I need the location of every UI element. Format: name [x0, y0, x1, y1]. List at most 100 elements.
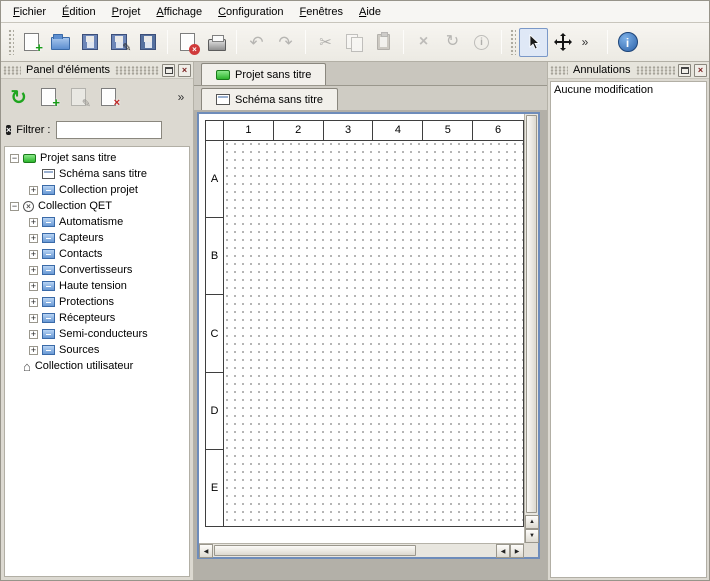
dock-close-button[interactable]: × [694, 64, 707, 77]
delete-button[interactable]: × [409, 28, 438, 57]
expand-icon[interactable]: + [29, 282, 38, 291]
menu-affichage[interactable]: Affichage [148, 2, 210, 21]
save-all-button[interactable] [133, 28, 162, 57]
dock-grip-handle[interactable] [3, 66, 21, 75]
expand-icon[interactable]: + [29, 346, 38, 355]
paste-button[interactable] [369, 28, 398, 57]
tree-item-haute-tension[interactable]: + Haute tension [5, 278, 189, 294]
scroll-up-button[interactable]: ▲ [525, 515, 539, 529]
print-button[interactable] [202, 28, 231, 57]
tree-item-convertisseurs[interactable]: + Convertisseurs [5, 262, 189, 278]
schema-tab[interactable]: Schéma sans titre [201, 88, 338, 110]
toolbar-separator [305, 30, 306, 54]
save-button[interactable] [75, 28, 104, 57]
collection-folder-icon [42, 233, 55, 243]
about-icon: i [618, 32, 638, 52]
horizontal-scrollbar-thumb[interactable] [214, 545, 416, 556]
collection-folder-icon [42, 329, 55, 339]
save-as-button[interactable]: ✎ [104, 28, 133, 57]
menu-aide[interactable]: Aide [351, 2, 389, 21]
expand-icon[interactable]: + [29, 218, 38, 227]
dock-grip-handle[interactable] [115, 66, 159, 75]
rotate-button[interactable]: ↻ [438, 28, 467, 57]
new-project-button[interactable]: + [17, 28, 46, 57]
menu-fichier[interactable]: Fichier [5, 2, 54, 21]
expand-icon[interactable]: + [29, 266, 38, 275]
panel-toolbar-overflow-button[interactable]: » [173, 84, 189, 111]
tree-item-capteurs[interactable]: + Capteurs [5, 230, 189, 246]
project-tab[interactable]: Projet sans titre [201, 63, 326, 85]
row-label: A [206, 141, 223, 218]
menu-configuration[interactable]: Configuration [210, 2, 291, 21]
toolbar-overflow-button[interactable]: » [577, 28, 593, 57]
tree-item-contacts[interactable]: + Contacts [5, 246, 189, 262]
dock-close-button[interactable]: × [178, 64, 191, 77]
vertical-scrollbar[interactable]: ▲ ▼ [524, 114, 538, 543]
expand-icon[interactable]: + [29, 314, 38, 323]
tree-item-collection-qet[interactable]: − × Collection QET [5, 198, 189, 214]
elements-panel-dock: Panel d'éléments × ↻ + ✎ × » × Filtr [1, 62, 194, 580]
tree-item-sources[interactable]: + Sources [5, 342, 189, 358]
diagram-properties-button[interactable]: i [467, 28, 496, 57]
tree-item-automatisme[interactable]: + Automatisme [5, 214, 189, 230]
close-file-button[interactable]: × [173, 28, 202, 57]
tree-item-projet[interactable]: − Projet sans titre [5, 150, 189, 166]
tree-item-label: Collection QET [38, 200, 112, 212]
arrow-down-icon: ▼ [529, 533, 535, 539]
plus-badge-icon: + [52, 96, 60, 109]
vertical-scrollbar-thumb[interactable] [526, 115, 537, 513]
redo-button[interactable]: ↷ [271, 28, 300, 57]
move-tool-button[interactable] [548, 28, 577, 57]
tree-item-collection-utilisateur[interactable]: ⌂ Collection utilisateur [5, 358, 189, 374]
dock-grip-handle[interactable] [550, 66, 568, 75]
open-project-button[interactable] [46, 28, 75, 57]
scroll-down-button[interactable]: ▼ [525, 529, 539, 543]
collapse-icon[interactable]: − [10, 154, 19, 163]
tree-item-protections[interactable]: + Protections [5, 294, 189, 310]
tree-item-label: Collection projet [59, 184, 138, 196]
toolbar-handle[interactable] [510, 29, 516, 55]
toolbar-handle[interactable] [8, 29, 14, 55]
collapse-icon[interactable]: − [10, 202, 19, 211]
dock-float-button[interactable] [162, 64, 175, 77]
row-label: B [206, 218, 223, 295]
diagram-canvas[interactable] [224, 141, 523, 526]
menu-edition[interactable]: Édition [54, 2, 104, 21]
scroll-left-button[interactable]: ◀ [496, 544, 510, 558]
delete-element-button[interactable]: × [95, 84, 122, 111]
expand-icon[interactable]: + [29, 330, 38, 339]
tree-item-collection-projet[interactable]: + Collection projet [5, 182, 189, 198]
cut-button[interactable]: ✂ [311, 28, 340, 57]
tree-item-label: Convertisseurs [59, 264, 132, 276]
filter-input[interactable] [56, 121, 162, 139]
copy-button[interactable] [340, 28, 369, 57]
tree-item-recepteurs[interactable]: + Récepteurs [5, 310, 189, 326]
toolbar-separator [403, 30, 404, 54]
edit-element-button[interactable]: ✎ [65, 84, 92, 111]
expand-icon[interactable]: + [29, 186, 38, 195]
scroll-left-button[interactable]: ◀ [199, 544, 213, 558]
reload-collections-button[interactable]: ↻ [5, 84, 32, 111]
undo-history-item[interactable]: Aucune modification [554, 84, 703, 96]
toolbar-separator [167, 30, 168, 54]
expand-icon[interactable]: + [29, 234, 38, 243]
menu-projet[interactable]: Projet [104, 2, 149, 21]
dock-float-button[interactable] [678, 64, 691, 77]
select-tool-button[interactable] [519, 28, 548, 57]
dock-grip-handle[interactable] [636, 66, 676, 75]
tree-item-semi-conducteurs[interactable]: + Semi-conducteurs [5, 326, 189, 342]
undo-button[interactable]: ↶ [242, 28, 271, 57]
about-qet-button[interactable]: i [613, 28, 642, 57]
expand-icon[interactable]: + [29, 298, 38, 307]
filter-clear-button[interactable]: × [6, 123, 11, 137]
move-tool-icon [554, 33, 572, 51]
horizontal-scrollbar[interactable]: ◀ ◀ ▶ [199, 543, 524, 557]
expand-icon[interactable]: + [29, 250, 38, 259]
scroll-right-button[interactable]: ▶ [510, 544, 524, 558]
new-element-button[interactable]: + [35, 84, 62, 111]
project-tab-label: Projet sans titre [235, 69, 311, 81]
new-element-icon: + [41, 88, 56, 106]
tree-item-schema[interactable]: Schéma sans titre [5, 166, 189, 182]
diagram-sheet[interactable]: 1 2 3 4 5 6 A B C D E [205, 120, 524, 527]
menu-fenetres[interactable]: Fenêtres [292, 2, 351, 21]
